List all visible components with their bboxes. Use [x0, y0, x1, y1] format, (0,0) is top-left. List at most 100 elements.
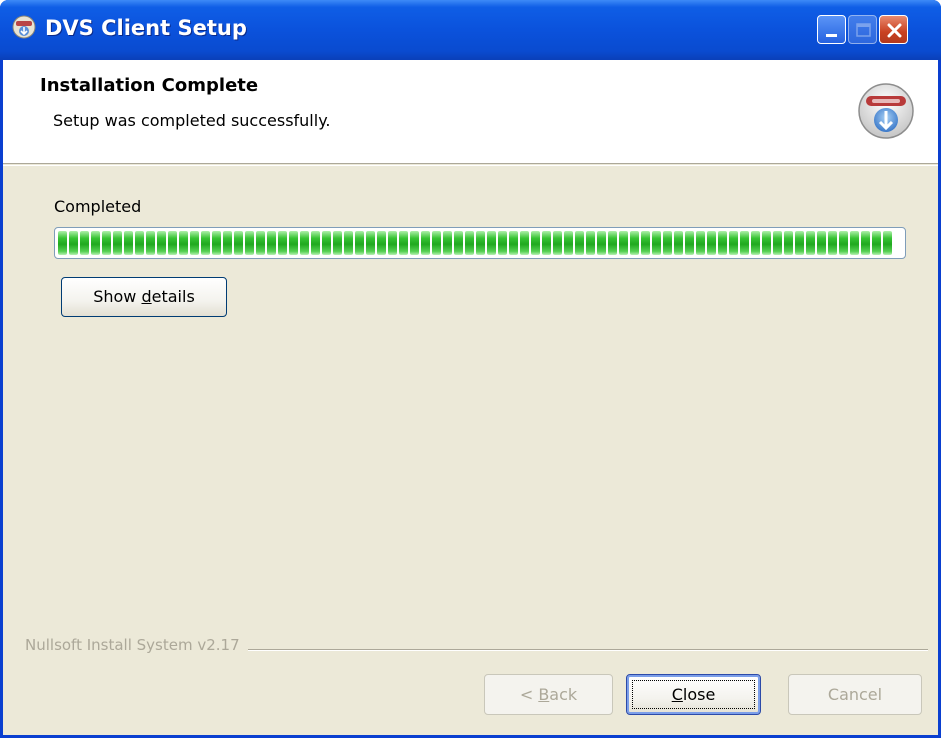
wizard-header: Installation Complete Setup was complete…	[3, 60, 938, 164]
progress-segment	[223, 231, 232, 255]
progress-segment	[168, 231, 177, 255]
window-title: DVS Client Setup	[45, 16, 247, 40]
progress-segment	[80, 231, 89, 255]
progress-segment	[135, 231, 144, 255]
progress-segment	[102, 231, 111, 255]
progress-segment	[300, 231, 309, 255]
progress-label: Completed	[54, 197, 142, 216]
progress-segment	[256, 231, 265, 255]
progress-segment	[674, 231, 683, 255]
progress-segment	[542, 231, 551, 255]
progress-segment	[322, 231, 331, 255]
progress-segment	[575, 231, 584, 255]
branding-text: Nullsoft Install System v2.17	[25, 636, 248, 654]
progress-segment	[113, 231, 122, 255]
progress-segment	[465, 231, 474, 255]
progress-segment	[333, 231, 342, 255]
title-bar[interactable]: DVS Client Setup	[0, 0, 941, 60]
progress-segment	[454, 231, 463, 255]
progress-segment	[421, 231, 430, 255]
button-label: <	[519, 685, 539, 704]
progress-segment	[652, 231, 661, 255]
progress-segment	[443, 231, 452, 255]
button-accelerator: B	[538, 685, 550, 704]
progress-segment	[157, 231, 166, 255]
cancel-button: Cancel	[788, 674, 922, 715]
progress-segment	[817, 231, 826, 255]
progress-segment	[751, 231, 760, 255]
progress-segment	[410, 231, 419, 255]
progress-segment	[850, 231, 859, 255]
progress-segment	[685, 231, 694, 255]
progress-segment	[718, 231, 727, 255]
progress-segment	[234, 231, 243, 255]
progress-segment	[531, 231, 540, 255]
progress-segment	[399, 231, 408, 255]
progress-segment	[201, 231, 210, 255]
progress-segment	[190, 231, 199, 255]
progress-segment	[146, 231, 155, 255]
nsis-logo-icon	[858, 83, 914, 139]
progress-segment	[872, 231, 881, 255]
progress-segment	[377, 231, 386, 255]
progress-segment	[707, 231, 716, 255]
maximize-button	[848, 15, 877, 44]
progress-segment	[861, 231, 870, 255]
minimize-icon	[826, 34, 837, 37]
progress-segment	[729, 231, 738, 255]
page-subtitle: Setup was completed successfully.	[53, 111, 331, 130]
button-label: Cancel	[827, 685, 883, 704]
progress-segment	[344, 231, 353, 255]
progress-segment	[806, 231, 815, 255]
button-label-rest: ack	[549, 685, 578, 704]
progress-segment	[69, 231, 78, 255]
progress-segment	[388, 231, 397, 255]
installer-icon	[12, 15, 36, 39]
progress-segment	[762, 231, 771, 255]
progress-segment	[773, 231, 782, 255]
progress-segment	[212, 231, 221, 255]
progress-segment	[476, 231, 485, 255]
progress-segment	[267, 231, 276, 255]
button-label-rest: etails	[151, 287, 195, 306]
close-icon	[887, 23, 902, 38]
progress-segment	[795, 231, 804, 255]
progress-segment	[509, 231, 518, 255]
progress-segment	[366, 231, 375, 255]
progress-fill	[58, 231, 902, 255]
close-window-button[interactable]	[879, 15, 908, 44]
back-button: < Back	[484, 674, 613, 715]
progress-segment	[564, 231, 573, 255]
progress-segment	[586, 231, 595, 255]
progress-segment	[124, 231, 133, 255]
button-accelerator: d	[141, 287, 152, 306]
page-title: Installation Complete	[40, 75, 259, 96]
close-button[interactable]: Close	[626, 674, 761, 715]
dialog-body: Installation Complete Setup was complete…	[3, 60, 938, 735]
show-details-button[interactable]: Show details	[61, 277, 227, 317]
progress-segment	[311, 231, 320, 255]
progress-segment	[432, 231, 441, 255]
progress-segment	[597, 231, 606, 255]
progress-segment	[520, 231, 529, 255]
progress-segment	[740, 231, 749, 255]
focus-rectangle	[632, 680, 755, 709]
progress-segment	[355, 231, 364, 255]
progress-segment	[784, 231, 793, 255]
progress-segment	[663, 231, 672, 255]
progress-segment	[289, 231, 298, 255]
progress-segment	[608, 231, 617, 255]
progress-segment	[487, 231, 496, 255]
header-separator	[3, 165, 938, 166]
progress-segment	[58, 231, 67, 255]
minimize-button[interactable]	[817, 15, 846, 44]
progress-bar	[54, 227, 906, 259]
progress-segment	[630, 231, 639, 255]
progress-segment	[91, 231, 100, 255]
progress-segment	[498, 231, 507, 255]
progress-segment	[553, 231, 562, 255]
progress-segment	[278, 231, 287, 255]
progress-segment	[828, 231, 837, 255]
progress-segment	[696, 231, 705, 255]
progress-segment	[179, 231, 188, 255]
